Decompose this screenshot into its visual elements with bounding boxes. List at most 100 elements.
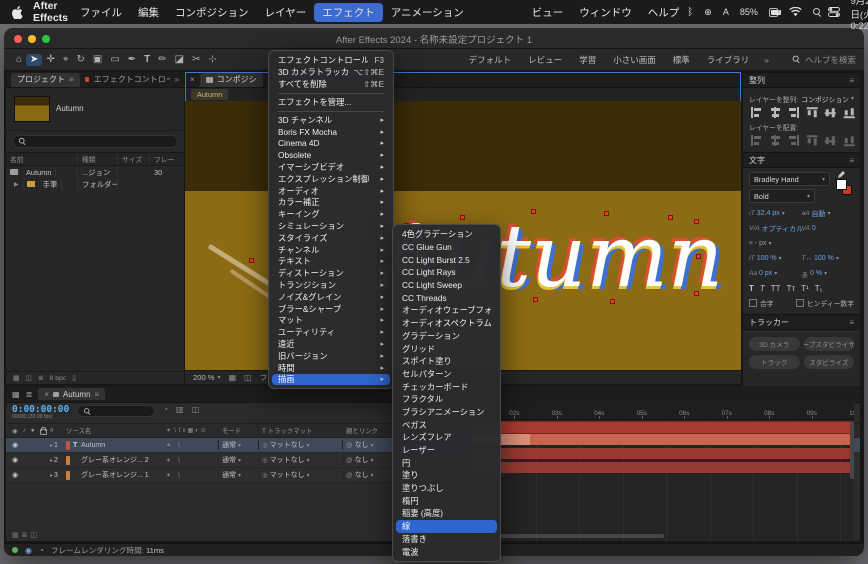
layer-duration-bar[interactable]	[472, 462, 850, 473]
vertical-scrollbar[interactable]	[850, 421, 854, 479]
workspace-tab[interactable]: 小さい画面	[611, 53, 658, 67]
font-size-field[interactable]: ıT 32.4 px ▾	[749, 210, 802, 217]
panel-menu-icon[interactable]: ≡	[849, 76, 854, 85]
generate-submenu-item[interactable]: セルパターン	[396, 368, 497, 381]
effects-menu-category[interactable]: 遠近 ▸	[272, 338, 390, 350]
brush-tool-icon[interactable]: ✏	[154, 54, 170, 66]
effects-menu-category[interactable]: 描画 ▸	[272, 373, 390, 386]
tracker-button[interactable]: トラック	[749, 355, 800, 369]
workspace-overflow-icon[interactable]: »	[764, 55, 769, 65]
align-panel-header[interactable]: 整列 ≡	[743, 72, 860, 88]
generate-submenu-item[interactable]: 塗りつぶし	[396, 482, 497, 495]
menubar-clock[interactable]: 9月24日(火) 0:22	[851, 0, 868, 32]
project-column-headers[interactable]: 名前 種類 サイズ フレー	[6, 152, 184, 166]
selection-handle[interactable]	[460, 215, 465, 220]
composition-breadcrumb[interactable]: Autumn	[191, 89, 229, 100]
timeline-graph-area[interactable]: 02s03s04s05s06s07s08s09s10s	[472, 402, 854, 541]
generate-submenu-item[interactable]: 塗り	[396, 469, 497, 482]
baseline-shift-field[interactable]: Aa 0 px ▾	[749, 270, 802, 277]
effects-menu-category[interactable]: ノイズ&グレイン ▸	[272, 291, 390, 303]
generate-submenu-item[interactable]: 線	[396, 519, 497, 533]
tab-timeline-composition[interactable]: × Autumn ≡	[38, 388, 106, 400]
battery-icon[interactable]	[768, 7, 781, 17]
tracker-button[interactable]: 3D カメラ	[749, 337, 800, 351]
current-timecode[interactable]: 0:00:00:00	[12, 405, 69, 415]
tracker-panel-header[interactable]: トラッカー ≡	[743, 314, 860, 330]
generate-submenu-item[interactable]: グリッド	[396, 342, 497, 355]
bluetooth-icon[interactable]: ᛒ	[687, 7, 693, 18]
horizontal-scale-field[interactable]: T↔ 100 % ▾	[802, 255, 855, 262]
align-horizontal-center-button[interactable]	[770, 107, 781, 118]
distribute-left-button[interactable]	[751, 135, 762, 146]
layer-twirl-icon[interactable]: ▸	[50, 442, 53, 449]
menubar-menu[interactable]: エフェクト	[314, 2, 383, 22]
layer-mode-dropdown[interactable]: 通常 ▾	[218, 440, 258, 450]
tab-project[interactable]: プロジェクト ≡	[11, 72, 80, 87]
menubar-menu[interactable]: ビュー	[524, 3, 572, 22]
effects-menu-item[interactable]: 3D カメラトラッカー⌥⇧⌘E	[272, 66, 390, 78]
screen-mirroring-icon[interactable]: ⊕	[704, 7, 712, 18]
timeline-search-input[interactable]	[77, 405, 156, 417]
spotlight-search-icon[interactable]	[812, 7, 820, 17]
menubar-menu[interactable]: ファイル	[72, 3, 130, 22]
distribute-bottom-button[interactable]	[843, 135, 855, 146]
vertical-scale-field[interactable]: IT 100 % ▾	[749, 255, 802, 262]
clone-stamp-tool-icon[interactable]: ◪	[171, 54, 188, 66]
generate-submenu-item[interactable]: CC Light Sweep	[396, 279, 497, 292]
effects-menu-category[interactable]: イマーシブビデオ ▸	[272, 161, 390, 173]
hand-tool-icon[interactable]: ✛	[42, 54, 58, 66]
generate-submenu-item[interactable]: ブラシアニメーション	[396, 406, 497, 419]
align-vertical-center-button[interactable]	[824, 107, 836, 118]
effects-menu-item[interactable]: すべてを削除 ⇧⌘E	[272, 78, 390, 90]
generate-submenu-item[interactable]: CC Glue Gun	[396, 241, 497, 254]
expand-render-time-icon[interactable]: ◫	[31, 532, 41, 539]
selection-handle[interactable]	[533, 297, 538, 302]
distribute-top-button[interactable]	[806, 135, 818, 146]
layer-label-color[interactable]	[66, 470, 70, 480]
layer-matte-dropdown[interactable]: ◎ マットなし ▾	[258, 455, 342, 465]
generate-submenu-item[interactable]: レンズフレア	[396, 431, 497, 444]
generate-submenu-item[interactable]: 4色グラデーション	[396, 228, 497, 241]
generate-submenu-item[interactable]: 落書き	[396, 533, 497, 546]
effects-menu-category[interactable]: ディストーション ▸	[272, 267, 390, 279]
mode-column[interactable]: モード	[218, 426, 258, 435]
generate-submenu-item[interactable]: スポイト塗り	[396, 355, 497, 368]
selection-handle[interactable]	[694, 291, 699, 296]
generate-submenu-item[interactable]: オーディオウェーブフォーム	[396, 304, 497, 317]
selection-handle[interactable]	[668, 215, 673, 220]
generate-submenu-item[interactable]: ベガス	[396, 418, 497, 431]
selection-handle[interactable]	[531, 209, 536, 214]
effects-menu-category[interactable]: テキスト ▸	[272, 256, 390, 268]
font-style-dropdown[interactable]: Bold ▾	[749, 189, 815, 203]
effects-menu-category[interactable]: マット ▸	[272, 315, 390, 327]
preview-status-icon[interactable]: ◔	[39, 546, 44, 555]
generate-submenu-item[interactable]: グラデーション	[396, 330, 497, 343]
zoom-tool-icon[interactable]: ⌖	[59, 54, 73, 66]
effects-menu-category[interactable]: 3D チャンネル ▸	[272, 114, 390, 126]
eraser-tool-icon[interactable]: ✂	[188, 54, 204, 66]
font-family-dropdown[interactable]: Bradley Hand ▾	[749, 172, 830, 186]
effects-menu-category[interactable]: カラー補正 ▸	[272, 197, 390, 209]
pen-tool-icon[interactable]: ✒	[124, 54, 140, 66]
generate-submenu-item[interactable]: 楕円	[396, 494, 497, 507]
workspace-tab[interactable]: デフォルト	[467, 53, 514, 67]
interpret-footage-icon[interactable]: ▦	[13, 374, 19, 382]
effects-menu-category[interactable]: 時間 ▸	[272, 362, 390, 374]
magnification-dropdown[interactable]: 200 % ▾	[193, 373, 221, 382]
panel-menu-icon[interactable]: ≡	[849, 156, 854, 165]
project-color-depth[interactable]: 8 bpc	[50, 375, 67, 382]
tab-overflow-icon[interactable]: »	[175, 75, 179, 84]
selection-handle[interactable]	[610, 299, 615, 304]
workspace-tab[interactable]: ライブラリ	[705, 53, 752, 67]
align-left-button[interactable]	[751, 107, 762, 118]
tab-effect-controls[interactable]: エフェクトコントロールA	[94, 74, 170, 85]
menubar-menu[interactable]: アニメーション	[383, 3, 472, 22]
effects-menu-category[interactable]: Cinema 4D ▸	[272, 138, 390, 150]
layer-twirl-icon[interactable]: ▸	[50, 457, 53, 464]
subscript-button[interactable]: T₁	[815, 284, 823, 293]
generate-submenu-item[interactable]: CC Light Burst 2.5	[396, 253, 497, 266]
panel-menu-icon[interactable]: ≡	[849, 318, 854, 327]
menubar-menu[interactable]: ヘルプ	[640, 3, 688, 22]
effects-menu-category[interactable]: Obsolete ▸	[272, 149, 390, 161]
puppet-pin-tool-icon[interactable]: ⊹	[205, 54, 221, 66]
